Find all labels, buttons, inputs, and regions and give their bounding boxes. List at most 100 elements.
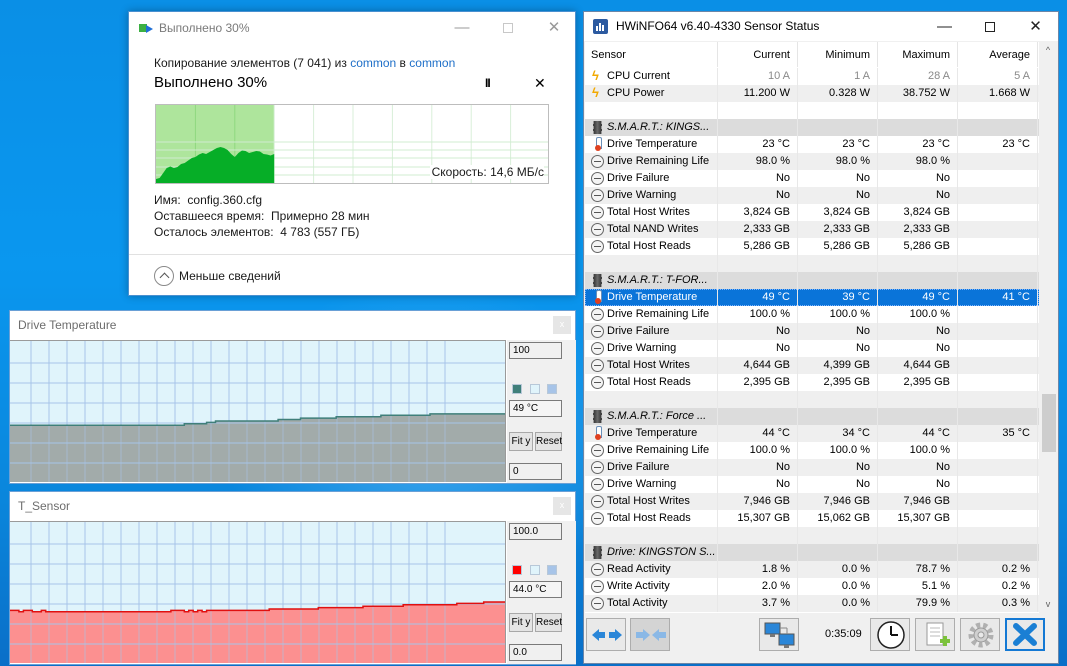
sensor-row[interactable]: Drive Temperature 49 °C 39 °C 49 °C 41 °C xyxy=(585,289,1039,306)
scroll-thumb[interactable] xyxy=(1042,394,1056,452)
graph-min-value[interactable]: 0.0 xyxy=(509,644,562,661)
less-details-button[interactable]: Меньше сведений xyxy=(154,265,281,287)
collapse-columns-button[interactable] xyxy=(630,618,670,651)
sensor-row[interactable]: Drive Failure No No No xyxy=(585,170,1039,187)
grid-color-swatch[interactable] xyxy=(547,384,557,394)
sensor-name-cell: Total Host Reads xyxy=(585,374,718,391)
close-sensors-button[interactable] xyxy=(1005,618,1045,651)
sensor-row[interactable]: Write Activity 2.0 % 0.0 % 5.1 % 0.2 % xyxy=(585,578,1039,595)
clock-icon xyxy=(591,155,604,168)
divider xyxy=(129,254,575,255)
blank-row xyxy=(585,527,1039,544)
hwinfo-titlebar[interactable]: HWiNFO64 v6.40-4330 Sensor Status — ✕ xyxy=(584,12,1058,41)
settings-button[interactable] xyxy=(960,618,1000,651)
column-header-minimum[interactable]: Minimum xyxy=(798,42,878,67)
sensor-row[interactable]: Total Host Reads 15,307 GB 15,062 GB 15,307… xyxy=(585,510,1039,527)
clock-icon xyxy=(591,512,604,525)
destination-folder-link[interactable]: common xyxy=(409,56,455,70)
graph-close-button[interactable]: x xyxy=(553,497,571,515)
sensor-name-cell: S.M.A.R.T.: Force ... xyxy=(585,408,718,425)
sensor-name-cell: Drive Failure xyxy=(585,459,718,476)
maximum-value-cell: 98.0 % xyxy=(878,153,958,170)
fit-y-button[interactable]: Fit y xyxy=(509,613,533,632)
sensor-group-row[interactable]: Drive: KINGSTON S... xyxy=(585,544,1039,561)
sensor-row[interactable]: Total Host Writes 3,824 GB 3,824 GB 3,824 G… xyxy=(585,204,1039,221)
cancel-copy-button[interactable]: ✕ xyxy=(534,75,546,92)
column-header-sensor[interactable]: Sensor xyxy=(585,42,718,67)
sensor-group-row[interactable]: S.M.A.R.T.: KINGS... xyxy=(585,119,1039,136)
sensor-row[interactable]: Total Host Writes 4,644 GB 4,399 GB 4,644 G… xyxy=(585,357,1039,374)
maximum-value-cell: 49 °C xyxy=(878,289,958,306)
graph-current-value: 44.0 °C xyxy=(509,581,562,598)
close-button[interactable]: ✕ xyxy=(1013,12,1058,41)
sensor-label: Drive Warning xyxy=(607,342,677,354)
sensor-row[interactable]: Drive Failure No No No xyxy=(585,459,1039,476)
sensor-group-row[interactable]: S.M.A.R.T.: T-FOR... xyxy=(585,272,1039,289)
network-button[interactable] xyxy=(759,618,799,651)
background-color-swatch[interactable] xyxy=(530,384,540,394)
sensor-row[interactable]: Drive Warning No No No xyxy=(585,187,1039,204)
close-button[interactable]: ✕ xyxy=(531,12,577,43)
sensor-row[interactable]: Drive Temperature 44 °C 34 °C 44 °C 35 °C xyxy=(585,425,1039,442)
reset-button[interactable]: Reset xyxy=(535,432,562,451)
sensor-row[interactable]: ϟ CPU Power 11.200 W 0.328 W 38.752 W 1.668 W xyxy=(585,85,1039,102)
sensor-label: Drive Warning xyxy=(607,478,677,490)
graph-min-value[interactable]: 0 xyxy=(509,463,562,480)
source-folder-link[interactable]: common xyxy=(350,56,396,70)
reset-button[interactable]: Reset xyxy=(535,613,562,632)
clock-icon xyxy=(877,621,905,649)
maximize-button[interactable] xyxy=(485,12,531,43)
sensor-row[interactable]: Drive Remaining Life 100.0 % 100.0 % 100.0 … xyxy=(585,306,1039,323)
column-header-maximum[interactable]: Maximum xyxy=(878,42,958,67)
expand-columns-button[interactable] xyxy=(586,618,626,651)
drive-chip-icon xyxy=(593,274,602,287)
current-value-cell xyxy=(718,119,798,136)
current-value-cell: 23 °C xyxy=(718,136,798,153)
current-value-cell: 4,644 GB xyxy=(718,357,798,374)
sensor-label: Total Host Reads xyxy=(607,240,691,252)
sensor-row[interactable]: Drive Warning No No No xyxy=(585,340,1039,357)
sensor-row[interactable]: Total NAND Writes 2,333 GB 2,333 GB 2,333 G… xyxy=(585,221,1039,238)
grid-color-swatch[interactable] xyxy=(547,565,557,575)
sensor-row[interactable]: Drive Warning No No No xyxy=(585,476,1039,493)
sensor-group-row[interactable]: S.M.A.R.T.: Force ... xyxy=(585,408,1039,425)
column-header-average[interactable]: Average xyxy=(958,42,1038,67)
background-color-swatch[interactable] xyxy=(530,565,540,575)
sensor-name-cell: Write Activity xyxy=(585,578,718,595)
vertical-scrollbar[interactable]: ^ v xyxy=(1039,42,1057,613)
sensor-row[interactable]: Drive Remaining Life 100.0 % 100.0 % 100.0 … xyxy=(585,442,1039,459)
add-log-icon xyxy=(926,622,950,646)
sensor-row[interactable]: Drive Remaining Life 98.0 % 98.0 % 98.0 % xyxy=(585,153,1039,170)
sensor-row[interactable]: Read Activity 1.8 % 0.0 % 78.7 % 0.2 % xyxy=(585,561,1039,578)
sensor-label: Total NAND Writes xyxy=(607,223,699,235)
sensor-row[interactable]: Total Host Writes 7,946 GB 7,946 GB 7,946 G… xyxy=(585,493,1039,510)
sensor-label: Drive Failure xyxy=(607,172,670,184)
sensor-row[interactable]: Total Host Reads 5,286 GB 5,286 GB 5,286 GB xyxy=(585,238,1039,255)
clock-icon xyxy=(591,342,604,355)
sensor-row[interactable]: ϟ CPU Current 10 A1 A 28 A5 A xyxy=(585,68,1039,85)
line-color-swatch[interactable] xyxy=(512,565,522,575)
graph-max-value[interactable]: 100 xyxy=(509,342,562,359)
current-value-cell xyxy=(718,544,798,561)
current-value-cell: 15,307 GB xyxy=(718,510,798,527)
sensor-row[interactable]: Total Host Reads 2,395 GB 2,395 GB 2,395 GB xyxy=(585,374,1039,391)
line-color-swatch[interactable] xyxy=(512,384,522,394)
maximum-value-cell: No xyxy=(878,323,958,340)
sensor-row[interactable]: Total Activity 3.7 % 0.0 % 79.9 % 0.3 % xyxy=(585,595,1039,612)
minimize-button[interactable]: — xyxy=(439,12,485,43)
copy-description: Копирование элементов (7 041) из common … xyxy=(154,56,455,70)
logging-button[interactable] xyxy=(915,618,955,651)
clock-reset-button[interactable] xyxy=(870,618,910,651)
minimize-button[interactable]: — xyxy=(922,12,967,41)
graph-close-button[interactable]: x xyxy=(553,316,571,334)
scroll-down-button[interactable]: v xyxy=(1039,596,1057,613)
copy-dialog-titlebar[interactable]: Выполнено 30% — ✕ xyxy=(129,12,575,43)
sensor-row[interactable]: Drive Failure No No No xyxy=(585,323,1039,340)
pause-button[interactable]: II xyxy=(485,76,491,90)
sensor-row[interactable]: Drive Temperature 23 °C 23 °C 23 °C 23 °C xyxy=(585,136,1039,153)
scroll-up-button[interactable]: ^ xyxy=(1039,42,1057,59)
maximize-button[interactable] xyxy=(967,12,1012,41)
graph-max-value[interactable]: 100.0 xyxy=(509,523,562,540)
fit-y-button[interactable]: Fit y xyxy=(509,432,533,451)
column-header-current[interactable]: Current xyxy=(718,42,798,67)
